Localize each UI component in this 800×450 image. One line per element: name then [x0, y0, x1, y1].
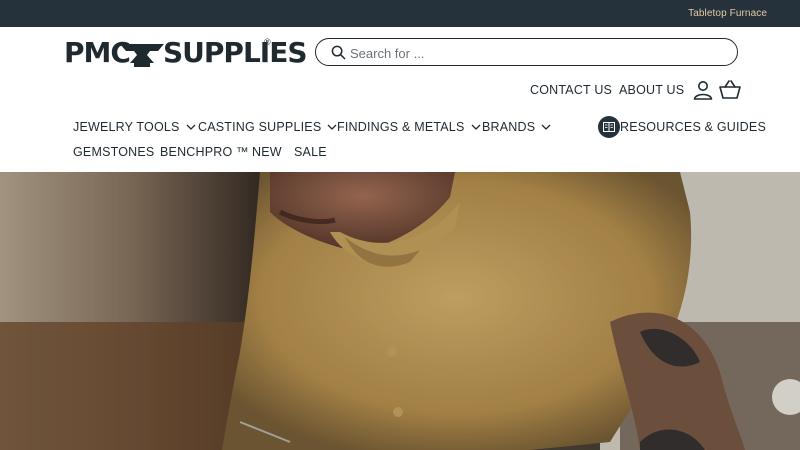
- nav-label: FINDINGS & METALS: [337, 120, 465, 134]
- cart-icon[interactable]: [719, 80, 741, 100]
- site-logo[interactable]: PMC SUPPLIES ®: [64, 37, 307, 69]
- registered-mark: ®: [264, 37, 271, 47]
- nav-jewelry-tools[interactable]: JEWELRY TOOLS: [73, 120, 196, 134]
- contact-us-link[interactable]: CONTACT US: [530, 83, 612, 97]
- nav-label: JEWELRY TOOLS: [73, 120, 180, 134]
- nav-label: CASTING SUPPLIES: [198, 120, 322, 134]
- search-bar: [315, 38, 738, 66]
- nav-benchpro[interactable]: BENCHPRO ™: [160, 145, 249, 159]
- site-header: PMC SUPPLIES ® CONTACT US ABOUT US JEWEL…: [0, 27, 800, 172]
- nav-sale[interactable]: SALE: [294, 145, 327, 159]
- chevron-down-icon: [471, 124, 480, 130]
- anvil-icon: [120, 44, 164, 67]
- search-input[interactable]: [350, 43, 720, 63]
- nav-new[interactable]: NEW: [252, 145, 282, 159]
- nav-brands[interactable]: BRANDS: [482, 120, 551, 134]
- about-us-link[interactable]: ABOUT US: [619, 83, 684, 97]
- nav-casting-supplies[interactable]: CASTING SUPPLIES: [198, 120, 337, 134]
- hero-image: [0, 172, 800, 450]
- hero-banner: [0, 172, 800, 450]
- search-icon[interactable]: [331, 45, 346, 60]
- book-icon: [598, 116, 620, 138]
- announcement-bar: Tabletop Furnace: [0, 0, 800, 27]
- nav-label: BRANDS: [482, 120, 536, 134]
- logo-text-supplies: SUPPLIES: [163, 36, 307, 69]
- nav-gemstones[interactable]: GEMSTONES: [73, 145, 154, 159]
- nav-findings-metals[interactable]: FINDINGS & METALS: [337, 120, 481, 134]
- chevron-down-icon: [327, 124, 337, 130]
- nav-resources-guides[interactable]: RESOURCES & GUIDES: [620, 120, 766, 134]
- chevron-down-icon: [186, 124, 196, 130]
- account-icon[interactable]: [693, 80, 713, 100]
- tabletop-furnace-link[interactable]: Tabletop Furnace: [688, 8, 767, 19]
- chevron-down-icon: [541, 124, 551, 130]
